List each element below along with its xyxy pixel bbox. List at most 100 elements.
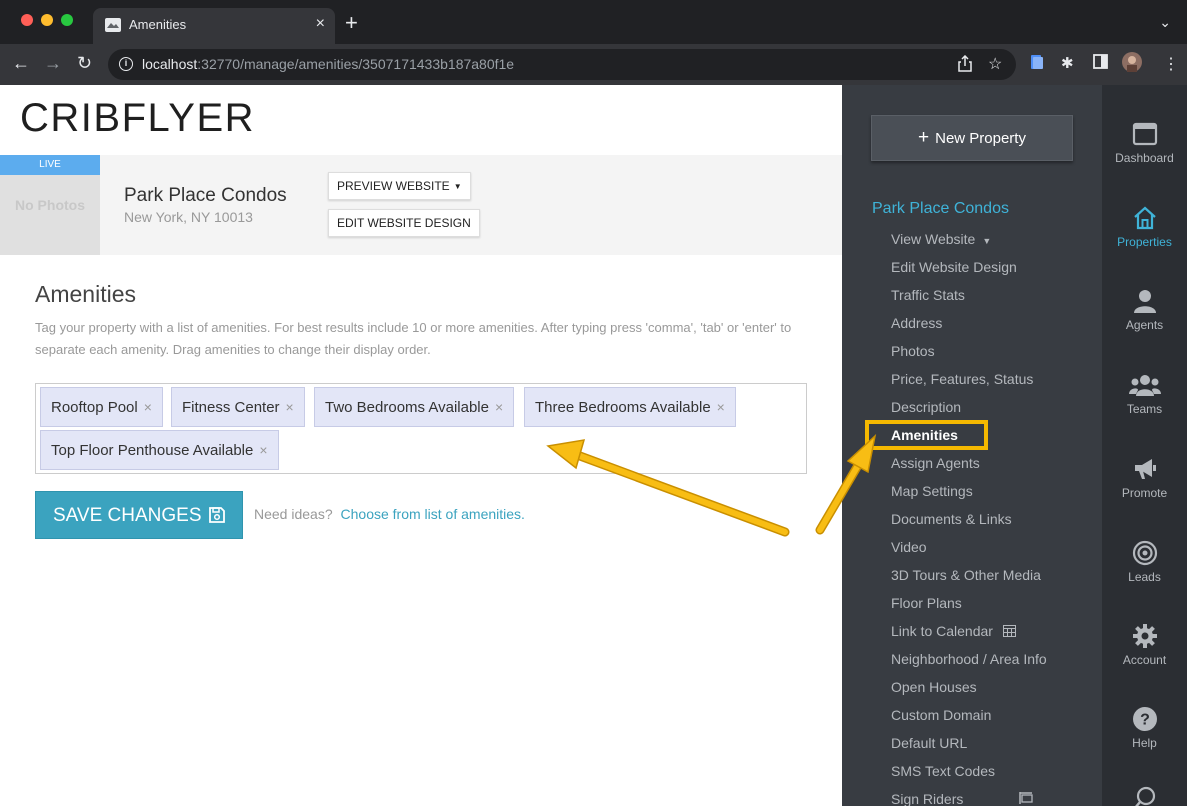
- amenity-tag[interactable]: Rooftop Pool ×: [40, 387, 163, 427]
- sidebar-item-photos[interactable]: Photos: [891, 343, 935, 359]
- rail-item-teams[interactable]: Teams: [1102, 372, 1187, 416]
- sidebar-item-default-url[interactable]: Default URL: [891, 735, 967, 751]
- sign-icon: [1019, 792, 1033, 804]
- window-icon: [1132, 122, 1157, 146]
- live-badge: LIVE: [0, 155, 100, 175]
- new-property-button[interactable]: + New Property: [871, 115, 1073, 161]
- edit-website-design-button[interactable]: EDIT WEBSITE DESIGN: [328, 209, 480, 237]
- sidebar-property-heading[interactable]: Park Place Condos: [872, 200, 1009, 218]
- question-icon: ?: [1132, 707, 1157, 731]
- address-bar[interactable]: i localhost:32770/manage/amenities/35071…: [108, 49, 1016, 80]
- home-icon: [1133, 206, 1156, 230]
- remove-tag-icon[interactable]: ×: [144, 399, 152, 415]
- amenity-tag[interactable]: Two Bedrooms Available ×: [314, 387, 515, 427]
- svg-text:?: ?: [1140, 712, 1150, 729]
- sidebar-item-description[interactable]: Description: [891, 399, 961, 415]
- chevron-down-icon[interactable]: ⌄: [1159, 14, 1171, 31]
- sidebar-item-assign-agents[interactable]: Assign Agents: [891, 455, 980, 471]
- sidebar-item-sign-riders[interactable]: Sign Riders: [891, 791, 1033, 806]
- target-icon: [1132, 540, 1157, 566]
- more-menu-icon[interactable]: ⋮: [1163, 54, 1179, 74]
- save-changes-button[interactable]: SAVE CHANGES: [35, 491, 243, 539]
- amenities-tag-input[interactable]: Rooftop Pool × Fitness Center × Two Bedroo…: [35, 383, 807, 474]
- ideas-hint: Need ideas? Choose from list of amenitie…: [254, 506, 525, 522]
- megaphone-icon: [1134, 459, 1156, 479]
- profile-avatar[interactable]: [1122, 52, 1142, 75]
- preview-website-button[interactable]: PREVIEW WEBSITE ▼: [328, 172, 471, 200]
- info-icon[interactable]: i: [119, 57, 133, 71]
- sidebar-item-neighborhood[interactable]: Neighborhood / Area Info: [891, 651, 1047, 667]
- back-button[interactable]: ←: [12, 53, 30, 73]
- remove-tag-icon[interactable]: ×: [259, 442, 267, 458]
- extension-doc-icon[interactable]: [1030, 54, 1044, 73]
- person-icon: [1133, 290, 1156, 313]
- sidebar-item-traffic-stats[interactable]: Traffic Stats: [891, 287, 965, 303]
- main-nav-rail: Dashboard Properties Agents Teams Promot…: [1102, 85, 1187, 806]
- calendar-icon: [1002, 625, 1016, 637]
- search-icon: [1134, 786, 1155, 806]
- remove-tag-icon[interactable]: ×: [495, 399, 503, 415]
- caret-down-icon: ▼: [982, 236, 992, 246]
- rail-item-help[interactable]: ? Help: [1102, 706, 1187, 750]
- sidebar-item-open-houses[interactable]: Open Houses: [891, 679, 977, 695]
- property-address: New York, NY 10013: [124, 209, 253, 225]
- browser-chrome: Amenities × + ⌄ ← → ↻ i localhost:32770/…: [0, 0, 1187, 85]
- tab-bar: Amenities × + ⌄: [0, 0, 1187, 44]
- remove-tag-icon[interactable]: ×: [717, 399, 725, 415]
- page-description: Tag your property with a list of ameniti…: [35, 320, 792, 357]
- navigation-bar: ← → ↻ i localhost:32770/manage/amenities…: [0, 44, 1187, 85]
- tab-close-button[interactable]: ×: [316, 15, 325, 33]
- sidebar-item-link-to-calendar[interactable]: Link to Calendar: [891, 623, 1016, 639]
- sidebar-item-address[interactable]: Address: [891, 315, 942, 331]
- remove-tag-icon[interactable]: ×: [286, 399, 294, 415]
- sidebar-item-documents-links[interactable]: Documents & Links: [891, 511, 1012, 527]
- choose-amenities-link[interactable]: Choose from list of amenities.: [341, 506, 525, 522]
- favicon-icon: [105, 18, 121, 32]
- logo[interactable]: CRIBFLYER: [20, 96, 255, 141]
- page-title: Amenities: [35, 281, 136, 307]
- bookmark-star-icon[interactable]: ☆: [988, 54, 1002, 74]
- ideas-prompt: Need ideas?: [254, 506, 333, 522]
- close-window-button[interactable]: [21, 14, 33, 26]
- rail-item-promote[interactable]: Promote: [1102, 456, 1187, 500]
- property-header: LIVE No Photos Park Place Condos New Yor…: [0, 155, 842, 255]
- forward-button[interactable]: →: [44, 53, 62, 73]
- rail-item-properties[interactable]: Properties: [1102, 205, 1187, 249]
- sidebar-item-view-website[interactable]: View Website ▼: [891, 231, 991, 247]
- amenity-tag[interactable]: Fitness Center ×: [171, 387, 305, 427]
- sidebar-item-map-settings[interactable]: Map Settings: [891, 483, 973, 499]
- sidebar-item-edit-website-design[interactable]: Edit Website Design: [891, 259, 1017, 275]
- people-icon: [1128, 375, 1161, 396]
- highlight-box: [865, 420, 988, 450]
- property-photo-placeholder: No Photos: [0, 175, 100, 255]
- puzzle-icon[interactable]: ✱: [1061, 54, 1074, 72]
- sidebar-item-custom-domain[interactable]: Custom Domain: [891, 707, 991, 723]
- rail-item-dashboard[interactable]: Dashboard: [1102, 121, 1187, 165]
- floppy-disk-icon: [209, 507, 225, 523]
- minimize-window-button[interactable]: [41, 14, 53, 26]
- property-name: Park Place Condos: [124, 185, 287, 206]
- browser-tab[interactable]: Amenities ×: [93, 8, 335, 44]
- rail-item-agents[interactable]: Agents: [1102, 288, 1187, 332]
- new-tab-button[interactable]: +: [345, 11, 358, 35]
- sidebar-item-video[interactable]: Video: [891, 539, 927, 555]
- reload-button[interactable]: ↻: [77, 53, 92, 73]
- rail-item-search[interactable]: [1102, 785, 1187, 806]
- tab-title: Amenities: [129, 17, 187, 32]
- sidepanel-icon[interactable]: [1093, 54, 1108, 72]
- caret-down-icon: ▼: [453, 182, 462, 192]
- maximize-window-button[interactable]: [61, 14, 73, 26]
- sidebar-item-sms-text-codes[interactable]: SMS Text Codes: [891, 763, 995, 779]
- sidebar-item-price-features-status[interactable]: Price, Features, Status: [891, 371, 1033, 387]
- rail-item-account[interactable]: Account: [1102, 623, 1187, 667]
- amenity-tag[interactable]: Three Bedrooms Available ×: [524, 387, 736, 427]
- main-content: CRIBFLYER LIVE No Photos Park Place Cond…: [0, 85, 842, 806]
- plus-icon: +: [918, 127, 930, 148]
- amenity-tag[interactable]: Top Floor Penthouse Available ×: [40, 430, 279, 470]
- url-text: localhost:32770/manage/amenities/3507171…: [142, 56, 515, 72]
- rail-item-leads[interactable]: Leads: [1102, 540, 1187, 584]
- gear-icon: [1132, 624, 1157, 648]
- share-icon[interactable]: [958, 55, 972, 73]
- sidebar-item-3d-tours[interactable]: 3D Tours & Other Media: [891, 567, 1041, 583]
- sidebar-item-floor-plans[interactable]: Floor Plans: [891, 595, 962, 611]
